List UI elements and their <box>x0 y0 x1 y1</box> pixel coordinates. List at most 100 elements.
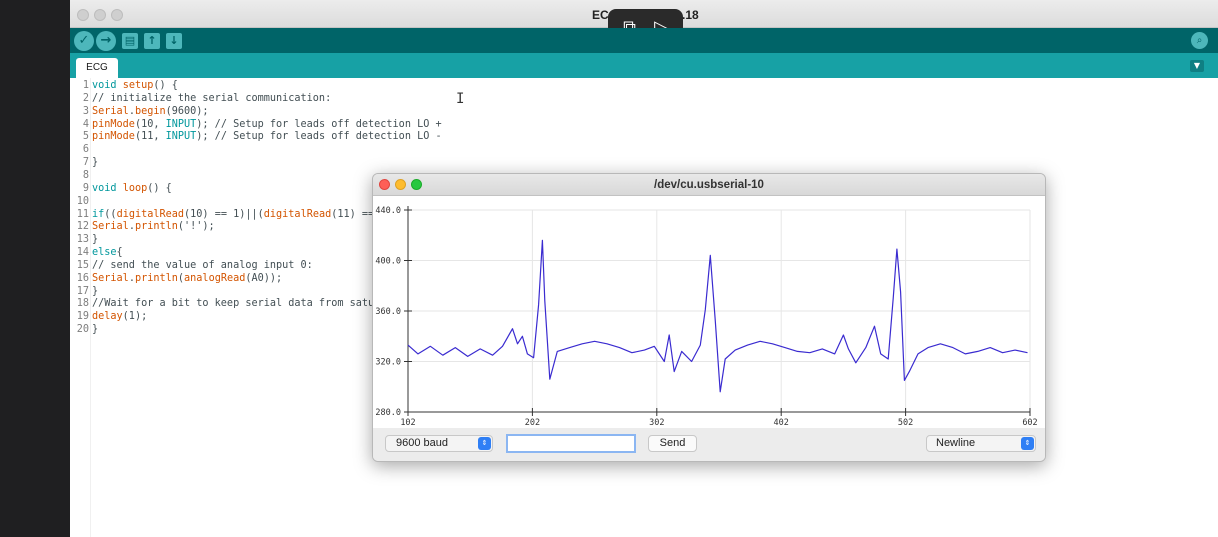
send-input[interactable] <box>506 434 636 453</box>
line-number: 20 <box>76 324 89 336</box>
arrow-down-icon: ↓ <box>169 34 179 47</box>
code-line: 16 Serial.println(analogRead(A0)); <box>70 272 282 285</box>
code-line: 10 <box>70 195 92 208</box>
serial-plotter-window: /dev/cu.usbserial-10 440.0 400.0 360.0 320.… <box>372 173 1046 462</box>
line-ending-select[interactable]: Newline ⇕ <box>926 435 1036 452</box>
code-line: 15// send the value of analog input 0: <box>70 259 313 272</box>
x-tick-label: 402 <box>774 418 789 428</box>
save-button[interactable]: ↓ <box>166 33 182 49</box>
code-token: digitalRead <box>116 208 185 220</box>
code-line: 9 void loop() { <box>70 182 172 195</box>
arduino-ide-window: ECG .18 ⧉ ▷ ✓ → ▤ ↑ ↓ ⌕ ECG ▼ 1 void setu… <box>70 0 1218 537</box>
verify-button[interactable]: ✓ <box>74 31 94 51</box>
y-tick-label: 400.0 <box>375 257 401 267</box>
select-arrows-icon: ⇕ <box>1021 437 1034 450</box>
code-token: INPUT <box>165 131 197 143</box>
code-token: setup <box>122 80 154 91</box>
code-token: else <box>92 247 117 259</box>
code-token: delay <box>92 311 123 323</box>
tab-menu-button[interactable]: ▼ <box>1190 60 1204 72</box>
code-token: ); // Setup for leads off detection LO + <box>196 118 442 130</box>
y-tick-label: 320.0 <box>375 358 401 368</box>
code-token: (A0)); <box>245 272 283 284</box>
code-token: pinMode <box>92 118 135 130</box>
line-number: 9 <box>82 182 89 194</box>
x-tick-label: 202 <box>525 418 540 428</box>
code-line: 13} <box>70 233 98 246</box>
code-token: } <box>92 234 99 246</box>
line-number: 15 <box>76 259 89 271</box>
serial-plotter-title-bar: /dev/cu.usbserial-10 <box>373 174 1045 196</box>
serial-plotter-title: /dev/cu.usbserial-10 <box>654 179 764 191</box>
code-line: 18//Wait for a bit to keep serial data f… <box>70 297 399 310</box>
code-token: println <box>134 272 178 284</box>
close-window-button[interactable] <box>77 9 89 21</box>
x-tick-label: 502 <box>898 418 913 428</box>
code-token: (( <box>104 208 117 220</box>
y-tick-label: 360.0 <box>375 307 401 317</box>
line-number: 1 <box>82 80 89 91</box>
zoom-window-button[interactable] <box>111 9 123 21</box>
x-tick-label: 302 <box>649 418 664 428</box>
code-token: (10) == 1)||( <box>184 208 264 220</box>
code-token: loop <box>122 182 148 194</box>
x-tick-label: 602 <box>1022 418 1037 428</box>
toolbar: ✓ → ▤ ↑ ↓ ⌕ <box>70 28 1218 53</box>
code-line: 3 Serial.begin(9600); <box>70 105 209 118</box>
open-button[interactable]: ↑ <box>144 33 160 49</box>
new-file-icon: ▤ <box>124 34 136 47</box>
window-title-tail: .18 <box>682 8 699 22</box>
code-token: if <box>92 208 105 220</box>
upload-button[interactable]: → <box>96 31 116 51</box>
select-arrows-icon: ⇕ <box>478 437 491 450</box>
line-number: 18 <box>76 298 89 310</box>
code-line: 19 delay(1); <box>70 310 148 323</box>
code-line: 17} <box>70 285 98 298</box>
line-number: 11 <box>76 208 89 220</box>
code-token: // initialize the serial communication: <box>92 92 332 104</box>
baud-rate-select[interactable]: 9600 baud ⇕ <box>385 435 493 452</box>
chevron-down-icon: ▼ <box>1193 61 1201 70</box>
line-number: 4 <box>82 118 89 130</box>
baud-rate-value: 9600 baud <box>396 437 448 449</box>
serial-monitor-button[interactable]: ⌕ <box>1191 32 1208 49</box>
code-token: (9600); <box>165 105 209 117</box>
line-number: 10 <box>76 195 89 207</box>
line-number: 14 <box>76 247 89 259</box>
code-line: 12 Serial.println('!'); <box>70 220 215 233</box>
code-token: } <box>92 285 99 297</box>
code-token: } <box>92 157 99 169</box>
tab-ecg[interactable]: ECG <box>76 58 118 78</box>
line-number: 16 <box>76 272 89 284</box>
code-token: () { <box>147 182 172 194</box>
new-sketch-button[interactable]: ▤ <box>122 33 138 49</box>
code-token: ('!'); <box>177 221 215 233</box>
code-token: } <box>92 324 99 336</box>
code-token: void <box>92 80 117 91</box>
tab-bar: ECG ▼ <box>70 53 1218 78</box>
line-number: 5 <box>82 131 89 143</box>
code-token: Serial <box>92 105 129 117</box>
code-token: (10, <box>134 118 166 130</box>
minimize-window-button[interactable] <box>94 9 106 21</box>
line-number: 12 <box>76 221 89 233</box>
arrow-up-icon: ↑ <box>147 34 157 47</box>
line-number: 6 <box>82 144 89 156</box>
code-token: analogRead <box>184 272 246 284</box>
check-icon: ✓ <box>78 33 90 48</box>
code-token: println <box>134 221 178 233</box>
magnifier-icon: ⌕ <box>1196 35 1203 46</box>
code-token: { <box>116 247 123 259</box>
line-number: 8 <box>82 169 89 181</box>
text-cursor-icon: I <box>456 91 465 107</box>
code-line: 7} <box>70 156 98 169</box>
y-tick-label: 440.0 <box>375 206 401 216</box>
code-token: () { <box>153 80 178 91</box>
line-number: 17 <box>76 285 89 297</box>
code-line: 11 if((digitalRead(10) == 1)||(digitalRea… <box>70 208 399 221</box>
line-number: 3 <box>82 105 89 117</box>
line-number: 7 <box>82 157 89 169</box>
send-button[interactable]: Send <box>648 435 697 452</box>
code-token: (1); <box>122 311 148 323</box>
plot-area: 440.0 400.0 360.0 320.0 280.0 102 202 302 402 502… <box>373 196 1045 428</box>
